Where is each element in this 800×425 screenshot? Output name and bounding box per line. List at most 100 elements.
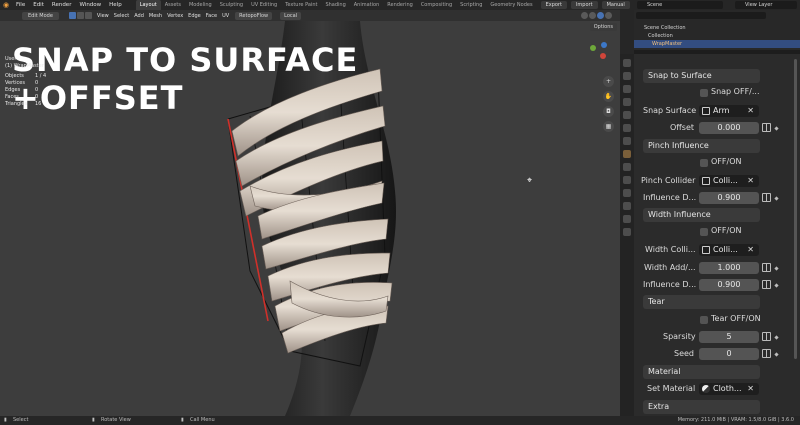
seed-field[interactable]: 0 bbox=[699, 348, 759, 360]
data-tab-icon[interactable] bbox=[623, 202, 631, 210]
outliner-search-input[interactable] bbox=[636, 12, 766, 19]
manual-button[interactable]: Manual bbox=[601, 1, 630, 9]
material-shading-icon[interactable] bbox=[597, 12, 604, 19]
zoom-icon[interactable]: + bbox=[603, 76, 614, 87]
solid-shading-icon[interactable] bbox=[589, 12, 596, 19]
keyframe-dot-icon[interactable] bbox=[774, 335, 779, 340]
output-tab-icon[interactable] bbox=[623, 85, 631, 93]
pinch-collider-field[interactable]: Colli... ✕ bbox=[699, 175, 759, 187]
workspace-tab-layout[interactable]: Layout bbox=[135, 0, 161, 10]
clear-x-icon[interactable]: ✕ bbox=[747, 383, 754, 395]
outliner-row-wrapmaster[interactable]: WrapMaster bbox=[634, 40, 800, 48]
snap-toggle-checkbox[interactable] bbox=[700, 89, 708, 97]
world-tab-icon[interactable] bbox=[623, 124, 631, 132]
keyframe-icon[interactable] bbox=[762, 263, 771, 272]
tear-toggle-checkbox[interactable] bbox=[700, 316, 708, 324]
viewport-menu-add[interactable]: Add bbox=[134, 13, 144, 19]
menu-window[interactable]: Window bbox=[75, 2, 105, 8]
keyframe-icon[interactable] bbox=[762, 349, 771, 358]
scene-tab-icon[interactable] bbox=[623, 111, 631, 119]
keyframe-dot-icon[interactable] bbox=[774, 196, 779, 201]
width-toggle-checkbox[interactable] bbox=[700, 228, 708, 236]
object-tab-icon[interactable] bbox=[623, 137, 631, 145]
grid-icon[interactable]: ▦ bbox=[603, 121, 614, 132]
viewport-menu-mesh[interactable]: Mesh bbox=[149, 13, 162, 19]
width-collider-field[interactable]: Colli... ✕ bbox=[699, 244, 759, 256]
scene-selector[interactable]: Scene bbox=[637, 1, 723, 9]
viewport-menu-face[interactable]: Face bbox=[206, 13, 217, 19]
physics-tab-icon[interactable] bbox=[623, 176, 631, 184]
workspace-tab-rendering[interactable]: Rendering bbox=[383, 0, 417, 10]
wireframe-shading-icon[interactable] bbox=[581, 12, 588, 19]
material-header[interactable]: Material bbox=[643, 365, 760, 379]
pinch-toggle-checkbox[interactable] bbox=[700, 159, 708, 167]
keyframe-dot-icon[interactable] bbox=[774, 283, 779, 288]
menu-edit[interactable]: Edit bbox=[29, 2, 48, 8]
camera-icon[interactable]: ◘ bbox=[603, 106, 614, 117]
pinch-influence-header[interactable]: Pinch Influence bbox=[643, 139, 760, 153]
workspace-tab-geometry-nodes[interactable]: Geometry Nodes bbox=[486, 0, 536, 10]
blender-logo-icon[interactable]: ◉ bbox=[0, 0, 12, 10]
clear-x-icon[interactable]: ✕ bbox=[747, 105, 754, 117]
keyframe-icon[interactable] bbox=[762, 123, 771, 132]
texture-tab-icon[interactable] bbox=[623, 228, 631, 236]
menu-file[interactable]: File bbox=[12, 2, 29, 8]
workspace-tab-animation[interactable]: Animation bbox=[350, 0, 384, 10]
keyframe-icon[interactable] bbox=[762, 280, 771, 289]
viewport-menu-uv[interactable]: UV bbox=[222, 13, 229, 19]
keyframe-dot-icon[interactable] bbox=[774, 352, 779, 357]
rendered-shading-icon[interactable] bbox=[605, 12, 612, 19]
viewport-menu-edge[interactable]: Edge bbox=[188, 13, 201, 19]
face-select-icon[interactable] bbox=[84, 12, 92, 19]
retopoflow-button[interactable]: RetopoFlow bbox=[235, 11, 273, 20]
workspace-tab-compositing[interactable]: Compositing bbox=[417, 0, 456, 10]
snap-to-surface-header[interactable]: Snap to Surface bbox=[643, 69, 760, 83]
clear-x-icon[interactable]: ✕ bbox=[747, 175, 754, 187]
keyframe-icon[interactable] bbox=[762, 332, 771, 341]
clear-x-icon[interactable]: ✕ bbox=[747, 244, 754, 256]
view-layer-tab-icon[interactable] bbox=[623, 98, 631, 106]
viewport-menu-view[interactable]: View bbox=[97, 13, 109, 19]
workspace-tab-assets[interactable]: Assets bbox=[161, 0, 185, 10]
workspace-tab-uv-editing[interactable]: UV Editing bbox=[247, 0, 281, 10]
extra-header[interactable]: Extra bbox=[643, 400, 760, 414]
workspace-tab-scripting[interactable]: Scripting bbox=[456, 0, 486, 10]
material-tab-icon[interactable] bbox=[623, 215, 631, 223]
width-influence-header[interactable]: Width Influence bbox=[643, 208, 760, 222]
edge-select-icon[interactable] bbox=[76, 12, 84, 19]
pan-hand-icon[interactable]: ✋ bbox=[603, 91, 614, 102]
render-tab-icon[interactable] bbox=[623, 72, 631, 80]
keyframe-dot-icon[interactable] bbox=[774, 266, 779, 271]
view-layer-selector[interactable]: View Layer bbox=[735, 1, 797, 9]
workspace-tab-sculpting[interactable]: Sculpting bbox=[216, 0, 247, 10]
sparsity-field[interactable]: 5 bbox=[699, 331, 759, 343]
set-material-field[interactable]: Cloth... ✕ bbox=[699, 383, 759, 395]
vertex-select-icon[interactable] bbox=[68, 12, 76, 19]
width-influence-distance-field[interactable]: 0.900 bbox=[699, 279, 759, 291]
viewport-menu-vertex[interactable]: Vertex bbox=[167, 13, 183, 19]
properties-scrollbar[interactable] bbox=[794, 59, 797, 359]
snap-surface-field[interactable]: Arm ✕ bbox=[699, 105, 759, 117]
menu-help[interactable]: Help bbox=[105, 2, 126, 8]
tool-tab-icon[interactable] bbox=[623, 59, 631, 67]
workspace-tab-texture-paint[interactable]: Texture Paint bbox=[281, 0, 321, 10]
transform-orientation-dropdown[interactable]: Local bbox=[280, 11, 302, 20]
tear-header[interactable]: Tear bbox=[643, 295, 760, 309]
modifier-wrench-icon[interactable] bbox=[623, 150, 631, 158]
viewport-menu-select[interactable]: Select bbox=[114, 13, 129, 19]
particles-tab-icon[interactable] bbox=[623, 163, 631, 171]
workspace-tab-modeling[interactable]: Modeling bbox=[185, 0, 216, 10]
offset-field[interactable]: 0.000 bbox=[699, 122, 759, 134]
outliner-row-collection[interactable]: Collection bbox=[634, 32, 800, 40]
workspace-tab-shading[interactable]: Shading bbox=[321, 0, 349, 10]
import-button[interactable]: Import bbox=[570, 1, 598, 9]
outliner-row-scene-collection[interactable]: Scene Collection bbox=[634, 24, 800, 32]
export-button[interactable]: Export bbox=[540, 1, 567, 9]
keyframe-dot-icon[interactable] bbox=[774, 126, 779, 131]
pinch-influence-distance-field[interactable]: 0.900 bbox=[699, 192, 759, 204]
options-dropdown[interactable]: Options bbox=[589, 23, 617, 31]
keyframe-icon[interactable] bbox=[762, 193, 771, 202]
width-add-field[interactable]: 1.000 bbox=[699, 262, 759, 274]
3d-viewport[interactable]: SNAP TO SURFACE +OFFSET User (1) WrapMas… bbox=[0, 21, 620, 416]
mode-dropdown[interactable]: Edit Mode bbox=[22, 11, 59, 20]
